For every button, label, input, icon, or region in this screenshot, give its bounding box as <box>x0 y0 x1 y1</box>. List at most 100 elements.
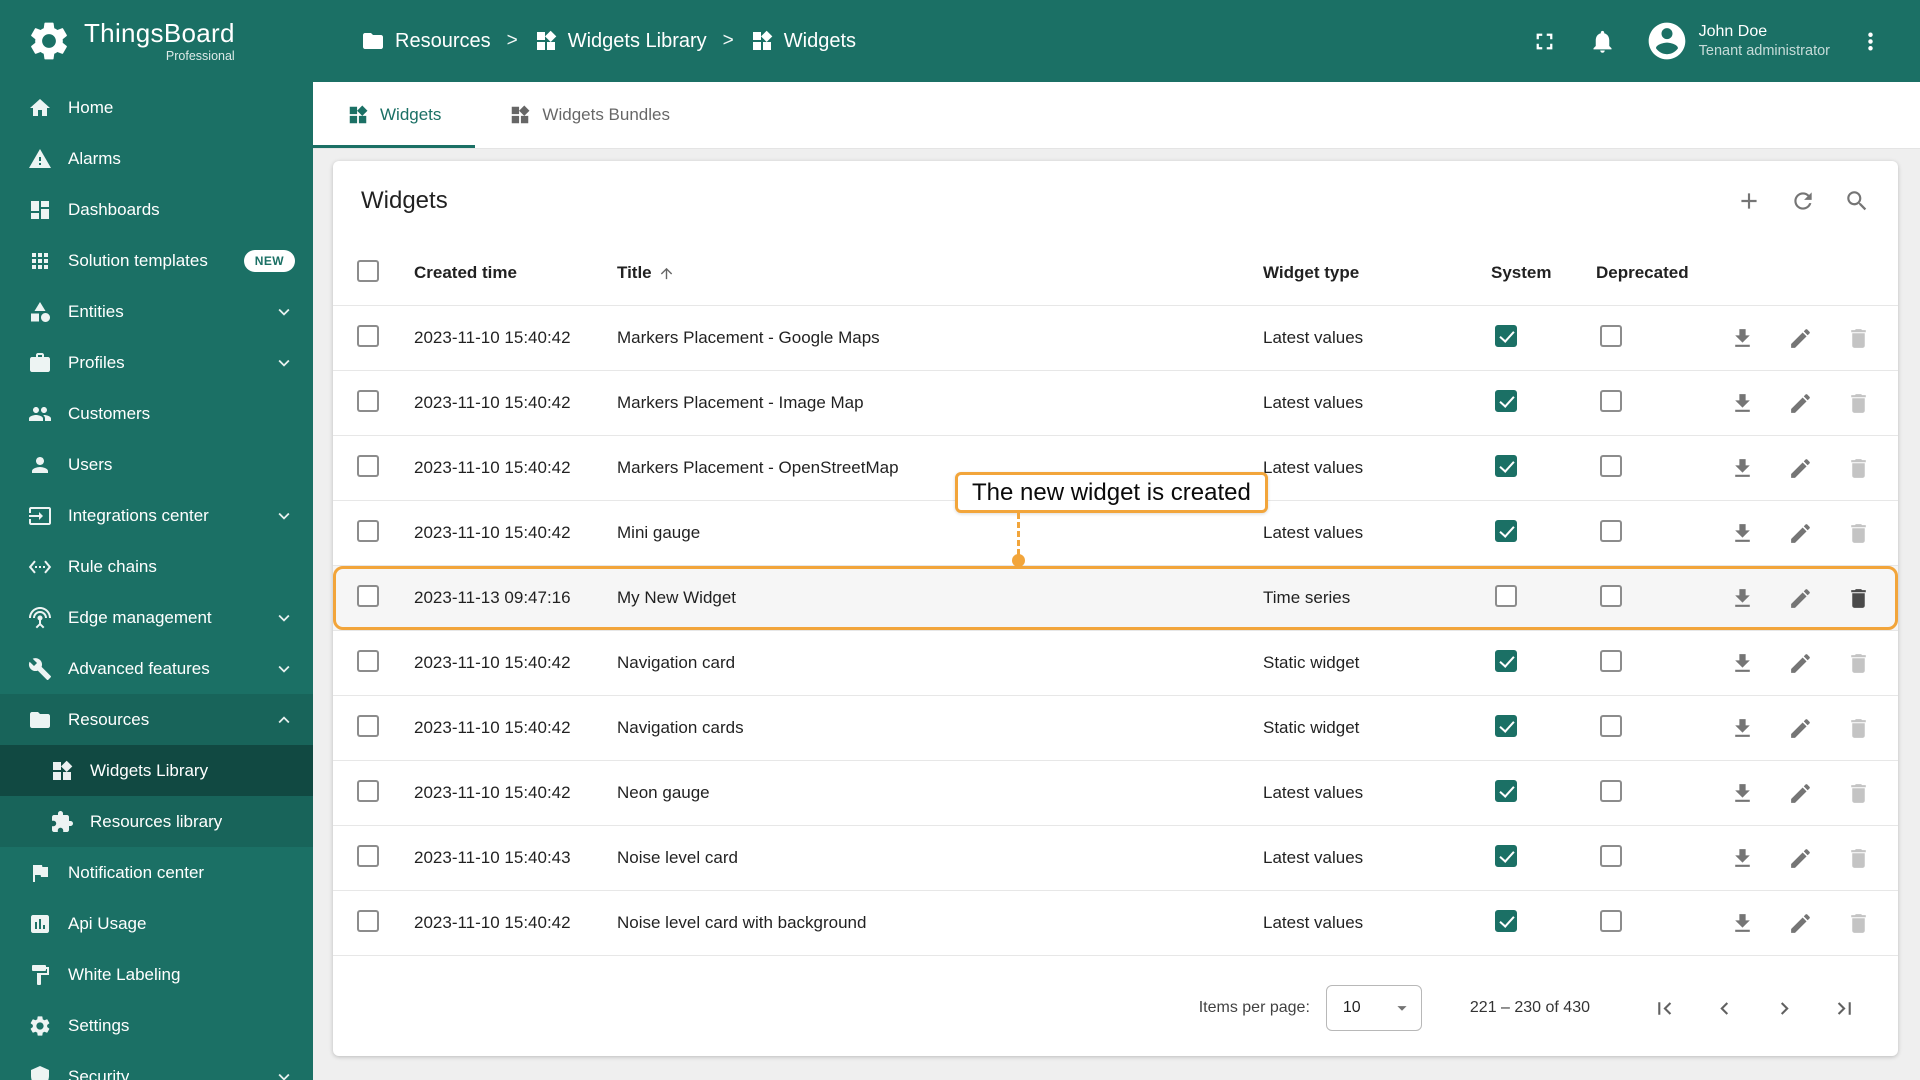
breadcrumb-item-widgets[interactable]: Widgets <box>750 29 856 53</box>
delete-widget-button[interactable] <box>1836 576 1880 620</box>
edit-widget-button[interactable] <box>1778 641 1822 685</box>
sidebar-item-notification-center[interactable]: Notification center <box>0 847 313 898</box>
delete-widget-button[interactable] <box>1836 901 1880 945</box>
sidebar-item-edge-management[interactable]: Edge management <box>0 592 313 643</box>
edit-widget-button[interactable] <box>1778 771 1822 815</box>
column-header-system[interactable]: System <box>1491 263 1596 283</box>
row-select-checkbox[interactable] <box>357 909 379 932</box>
tab-widgets[interactable]: Widgets <box>313 82 476 148</box>
download-widget-button[interactable] <box>1720 901 1764 945</box>
delete-widget-button[interactable] <box>1836 446 1880 490</box>
edit-widget-button[interactable] <box>1778 836 1822 880</box>
table-row[interactable]: 2023-11-10 15:40:42 Neon gauge Latest va… <box>333 761 1898 826</box>
delete-widget-button[interactable] <box>1836 511 1880 555</box>
edit-widget-button[interactable] <box>1778 901 1822 945</box>
column-header-title[interactable]: Title <box>617 263 1263 283</box>
sidebar-item-security[interactable]: Security <box>0 1051 313 1080</box>
row-select-checkbox[interactable] <box>357 779 379 802</box>
table-row[interactable]: 2023-11-10 15:40:42 Markers Placement - … <box>333 306 1898 371</box>
created-time-cell: 2023-11-10 15:40:42 <box>414 393 571 412</box>
sidebar-item-customers[interactable]: Customers <box>0 388 313 439</box>
thingsboard-logo[interactable]: ThingsBoard Professional <box>0 0 313 82</box>
chevron-down-icon <box>273 1066 295 1080</box>
table-row[interactable]: 2023-11-10 15:40:42 Navigation cards Sta… <box>333 696 1898 761</box>
table-row[interactable]: 2023-11-10 15:40:42 Markers Placement - … <box>333 371 1898 436</box>
edit-widget-button[interactable] <box>1778 576 1822 620</box>
sidebar-item-integrations-center[interactable]: Integrations center <box>0 490 313 541</box>
download-widget-button[interactable] <box>1720 836 1764 880</box>
edit-widget-button[interactable] <box>1778 316 1822 360</box>
table-row[interactable]: 2023-11-13 09:47:16 My New Widget Time s… <box>333 566 1898 631</box>
column-header-deprecated[interactable]: Deprecated <box>1596 263 1712 283</box>
row-select-checkbox[interactable] <box>357 324 379 347</box>
row-select-checkbox[interactable] <box>357 714 379 737</box>
row-select-checkbox[interactable] <box>357 519 379 542</box>
breadcrumb-item-widgets-library[interactable]: Widgets Library <box>534 29 707 53</box>
sidebar-item-users[interactable]: Users <box>0 439 313 490</box>
delete-widget-button[interactable] <box>1836 641 1880 685</box>
delete-widget-button[interactable] <box>1836 706 1880 750</box>
sidebar-item-dashboards[interactable]: Dashboards <box>0 184 313 235</box>
sidebar-item-resources-library[interactable]: Resources library <box>0 796 313 847</box>
download-widget-button[interactable] <box>1720 316 1764 360</box>
sidebar-item-white-labeling[interactable]: White Labeling <box>0 949 313 1000</box>
table-row[interactable]: 2023-11-10 15:40:42 Mini gauge Latest va… <box>333 501 1898 566</box>
download-widget-button[interactable] <box>1720 641 1764 685</box>
row-select-checkbox[interactable] <box>357 454 379 477</box>
download-widget-button[interactable] <box>1720 446 1764 490</box>
sidebar-item-alarms[interactable]: Alarms <box>0 133 313 184</box>
sidebar-item-entities[interactable]: Entities <box>0 286 313 337</box>
sidebar-item-profiles[interactable]: Profiles <box>0 337 313 388</box>
table-row[interactable]: 2023-11-10 15:40:42 Navigation card Stat… <box>333 631 1898 696</box>
delete-widget-button[interactable] <box>1836 316 1880 360</box>
row-select-checkbox[interactable] <box>357 649 379 672</box>
row-select-checkbox[interactable] <box>357 584 379 607</box>
delete-widget-button[interactable] <box>1836 771 1880 815</box>
edit-widget-button[interactable] <box>1778 446 1822 490</box>
delete-widget-button[interactable] <box>1836 381 1880 425</box>
sidebar-item-advanced-features[interactable]: Advanced features <box>0 643 313 694</box>
table-row[interactable]: 2023-11-10 15:40:42 Noise level card wit… <box>333 891 1898 956</box>
sidebar-item-home[interactable]: Home <box>0 82 313 133</box>
card-header: Widgets <box>333 161 1898 241</box>
tab-widgets-bundles[interactable]: Widgets Bundles <box>475 82 704 148</box>
sidebar-item-resources[interactable]: Resources <box>0 694 313 745</box>
edit-widget-button[interactable] <box>1778 511 1822 555</box>
user-menu[interactable]: John Doe Tenant administrator <box>1645 19 1830 63</box>
download-widget-button[interactable] <box>1720 381 1764 425</box>
title-cell: Navigation cards <box>617 718 744 737</box>
column-header-widget-type[interactable]: Widget type <box>1263 263 1491 283</box>
title-cell: Navigation card <box>617 653 736 672</box>
row-select-checkbox[interactable] <box>357 844 379 867</box>
refresh-button[interactable] <box>1780 178 1826 224</box>
next-page-button[interactable] <box>1762 986 1806 1030</box>
download-widget-button[interactable] <box>1720 706 1764 750</box>
sidebar-item-widgets-library[interactable]: Widgets Library <box>0 745 313 796</box>
sidebar-item-api-usage[interactable]: Api Usage <box>0 898 313 949</box>
download-widget-button[interactable] <box>1720 771 1764 815</box>
download-widget-button[interactable] <box>1720 576 1764 620</box>
sidebar-item-settings[interactable]: Settings <box>0 1000 313 1051</box>
last-page-button[interactable] <box>1822 986 1866 1030</box>
add-widget-button[interactable] <box>1726 178 1772 224</box>
column-header-created-time[interactable]: Created time <box>414 263 617 283</box>
download-widget-button[interactable] <box>1720 511 1764 555</box>
edit-widget-button[interactable] <box>1778 706 1822 750</box>
notifications-button[interactable] <box>1579 17 1627 65</box>
table-row[interactable]: 2023-11-10 15:40:43 Noise level card Lat… <box>333 826 1898 891</box>
previous-page-button[interactable] <box>1702 986 1746 1030</box>
breadcrumb-item-resources[interactable]: Resources <box>361 29 491 53</box>
more-menu-button[interactable] <box>1846 17 1894 65</box>
first-page-button[interactable] <box>1642 986 1686 1030</box>
items-per-page-select[interactable]: 10 <box>1325 985 1422 1031</box>
deprecated-checkbox <box>1600 714 1622 737</box>
select-all-checkbox[interactable] <box>357 259 379 282</box>
search-button[interactable] <box>1834 178 1880 224</box>
row-select-checkbox[interactable] <box>357 389 379 412</box>
fullscreen-button[interactable] <box>1521 17 1569 65</box>
sidebar-item-rule-chains[interactable]: Rule chains <box>0 541 313 592</box>
sidebar-item-solution-templates[interactable]: Solution templates NEW <box>0 235 313 286</box>
table-row[interactable]: 2023-11-10 15:40:42 Markers Placement - … <box>333 436 1898 501</box>
edit-widget-button[interactable] <box>1778 381 1822 425</box>
delete-widget-button[interactable] <box>1836 836 1880 880</box>
